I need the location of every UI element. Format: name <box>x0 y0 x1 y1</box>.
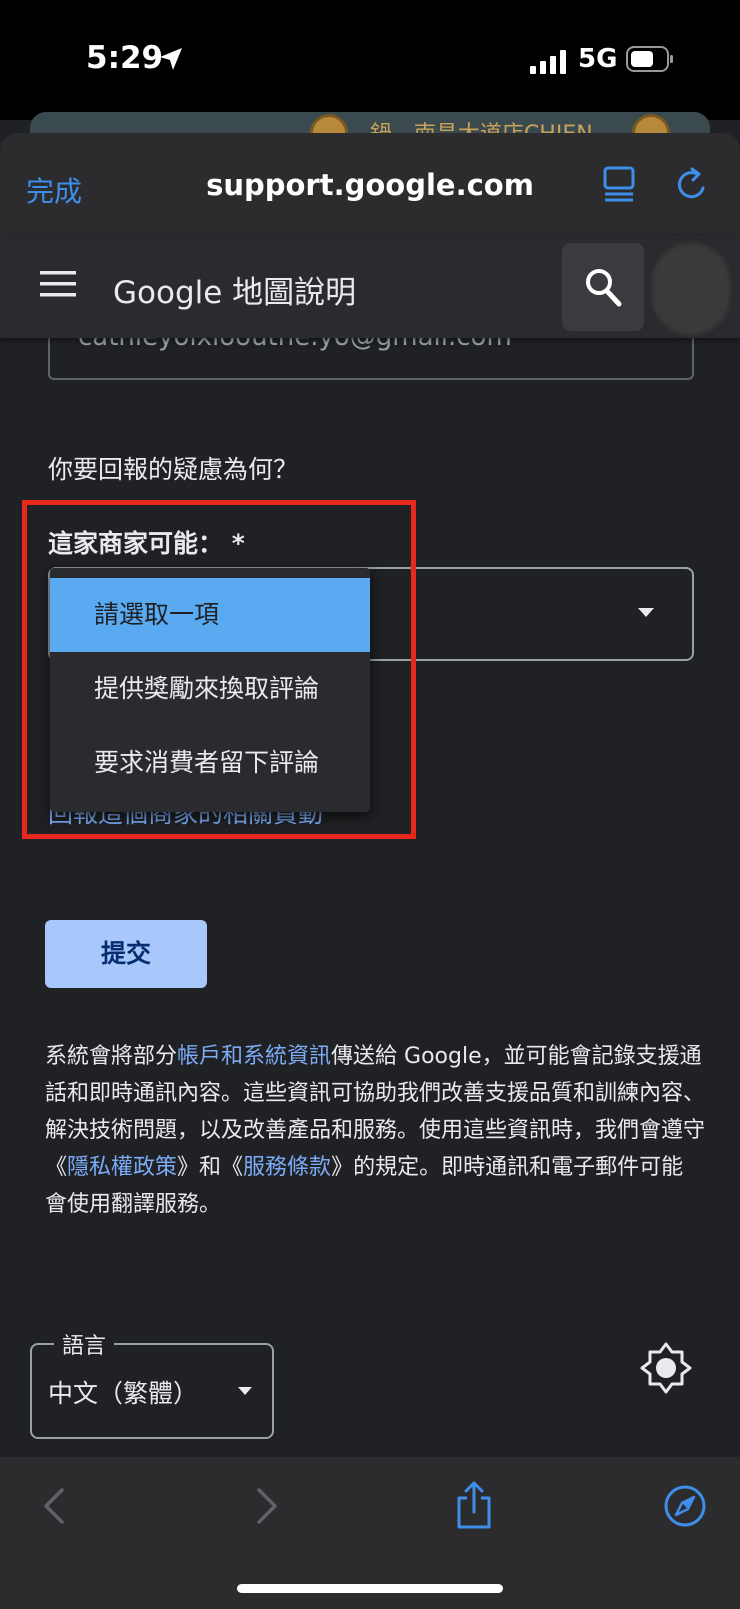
location-arrow-icon <box>160 48 182 70</box>
network-type: 5G <box>578 44 618 74</box>
language-label: 語言 <box>54 1328 115 1360</box>
disclaimer-part: 系統會將部分 <box>45 1044 178 1069</box>
status-time: 5:29 <box>86 40 164 76</box>
search-button[interactable] <box>562 243 644 331</box>
dropdown-arrow-icon <box>638 608 654 617</box>
back-chevron-icon[interactable] <box>40 1486 68 1526</box>
compass-icon[interactable] <box>663 1484 707 1528</box>
share-icon[interactable] <box>455 1480 493 1530</box>
language-value: 中文（繁體） <box>48 1379 199 1408</box>
submit-button[interactable]: 提交 <box>45 920 207 988</box>
page-title: Google 地圖說明 <box>113 275 357 311</box>
account-info-link[interactable]: 帳戶和系統資訊 <box>177 1044 331 1069</box>
disclaimer-text: 系統會將部分帳戶和系統資訊傳送給 Google，並可能會記錄支援通話和即時通訊內… <box>45 1038 705 1223</box>
forward-chevron-icon[interactable] <box>253 1486 281 1526</box>
terms-of-service-link[interactable]: 服務條款 <box>243 1155 331 1180</box>
signal-icon <box>530 50 566 74</box>
reader-view-icon[interactable] <box>603 166 635 202</box>
battery-icon <box>626 46 673 72</box>
home-indicator <box>237 1584 503 1593</box>
concern-question: 你要回報的疑慮為何？ <box>48 455 299 484</box>
language-dropdown-arrow-icon <box>238 1387 252 1395</box>
reload-icon[interactable] <box>675 166 709 202</box>
account-avatar[interactable] <box>652 243 730 335</box>
search-icon <box>586 269 622 307</box>
privacy-policy-link[interactable]: 隱私權政策 <box>67 1155 177 1180</box>
brightness-icon[interactable] <box>640 1342 692 1394</box>
highlight-annotation-box <box>22 500 416 839</box>
disclaimer-part: 》和《 <box>177 1155 244 1180</box>
hamburger-menu-icon[interactable] <box>40 270 76 298</box>
